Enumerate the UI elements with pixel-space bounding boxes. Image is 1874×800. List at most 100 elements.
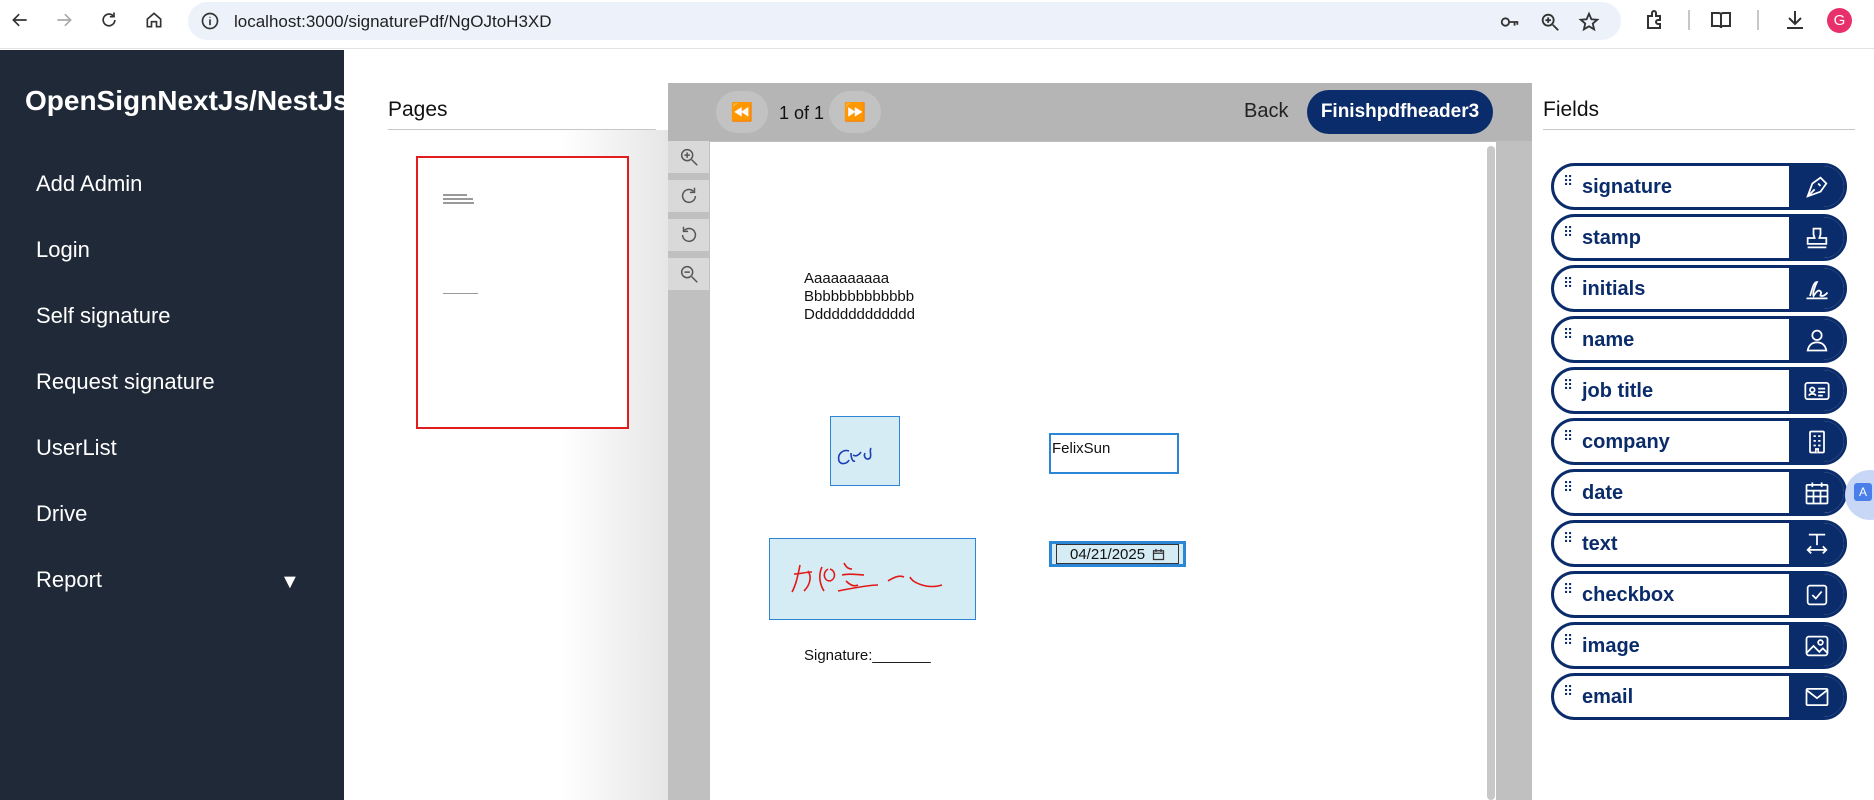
stamp-icon [1789,217,1844,258]
page-indicator: 1 of 1 [779,103,825,123]
field-stamp[interactable]: ⠿ stamp [1551,214,1847,261]
field-label: image [1582,635,1640,657]
next-page-button[interactable]: ⏩ [829,91,881,133]
pages-title: Pages [388,98,448,121]
back-arrow-icon[interactable] [7,7,33,33]
fields-divider [1543,129,1855,130]
field-label: text [1582,533,1618,555]
id-card-icon [1789,370,1844,411]
prev-page-button[interactable]: ⏪ [716,91,768,133]
sidebar-item-add-admin[interactable]: Add Admin [36,171,142,197]
zoom-out-icon[interactable] [668,258,709,290]
drag-handle-icon[interactable]: ⠿ [1563,582,1575,596]
signature-field-placed[interactable] [769,538,976,620]
envelope-icon [1789,676,1844,717]
url-text[interactable]: localhost:3000/signaturePdf/NgOJtoH3XD [234,12,552,32]
drag-handle-icon[interactable]: ⠿ [1563,276,1575,290]
translate-extension-bubble[interactable]: A [1845,470,1874,520]
profile-avatar[interactable]: G [1827,8,1852,33]
field-email[interactable]: ⠿ email [1551,673,1847,720]
signature-line-text: Signature:_______ [804,647,931,664]
download-icon[interactable] [1783,8,1807,32]
viewer-toolbar: ⏪ 1 of 1 ⏩ Back Finishpdfheader3 [668,83,1532,141]
drag-handle-icon[interactable]: ⠿ [1563,531,1575,545]
field-company[interactable]: ⠿ company [1551,418,1847,465]
rotate-right-icon[interactable] [668,180,709,212]
sidebar-item-self-signature[interactable]: Self signature [36,303,171,329]
sidebar-item-drive[interactable]: Drive [36,501,87,527]
field-date[interactable]: ⠿ date [1551,469,1847,516]
signature-ink-icon [791,562,943,593]
document-line: Ddddddddddddd [804,306,915,323]
calendar-icon[interactable] [1151,547,1166,562]
extensions-icon[interactable] [1643,8,1667,32]
text-cursor-icon [1789,523,1844,564]
date-field-placed[interactable]: 04/21/2025 [1049,541,1186,567]
field-label: email [1582,686,1634,708]
reload-icon[interactable] [96,7,122,33]
forward-arrow-icon[interactable] [51,7,77,33]
report-caret-icon[interactable]: ▼ [280,571,300,594]
field-job-title[interactable]: ⠿ job title [1551,367,1847,414]
thumb-text-line [443,293,478,294]
drag-handle-icon[interactable]: ⠿ [1563,225,1575,239]
user-icon [1789,319,1844,360]
toolbar-divider [1757,10,1759,30]
thumb-text-line [443,194,467,196]
drag-handle-icon[interactable]: ⠿ [1563,378,1575,392]
thumb-text-line [443,202,474,204]
reading-mode-icon[interactable] [1709,8,1733,32]
image-icon [1789,625,1844,666]
calendar-icon [1789,472,1844,513]
field-initials[interactable]: ⠿ initials [1551,265,1847,312]
drag-handle-icon[interactable]: ⠿ [1563,684,1575,698]
drag-handle-icon[interactable]: ⠿ [1563,480,1575,494]
field-signature[interactable]: ⠿ signature [1551,163,1847,210]
checkbox-icon [1789,574,1844,615]
field-checkbox[interactable]: ⠿ checkbox [1551,571,1847,618]
finish-button[interactable]: Finishpdfheader3 [1307,90,1493,134]
sidebar-item-request-signature[interactable]: Request signature [36,369,215,395]
toolbar-divider [1688,10,1690,30]
sidebar-item-login[interactable]: Login [36,237,90,263]
site-info-icon[interactable] [200,11,220,31]
page-thumbnail[interactable] [416,156,629,429]
drag-handle-icon[interactable]: ⠿ [1563,429,1575,443]
drag-handle-icon[interactable]: ⠿ [1563,327,1575,341]
date-input[interactable]: 04/21/2025 [1056,544,1179,564]
address-bar[interactable]: localhost:3000/signaturePdf/NgOJtoH3XD [188,2,1621,40]
document-line: Bbbbbbbbbbbbb [804,288,915,305]
rotate-left-icon[interactable] [668,219,709,251]
zoom-icon[interactable] [1539,11,1561,33]
field-label: company [1582,431,1670,453]
field-label: initials [1582,278,1646,300]
back-button[interactable]: Back [1244,100,1288,123]
sidebar: OpenSignNextJs/NestJs Add Admin Login Se… [0,50,349,800]
home-icon[interactable] [141,7,167,33]
field-label: signature [1582,176,1673,198]
initials-field-placed[interactable] [830,416,900,486]
building-icon [1789,421,1844,462]
field-label: name [1582,329,1635,351]
field-label: stamp [1582,227,1641,249]
field-name[interactable]: ⠿ name [1551,316,1847,363]
zoom-in-icon[interactable] [668,141,709,173]
fields-title: Fields [1543,98,1600,121]
field-label: checkbox [1582,584,1675,606]
bookmark-star-icon[interactable] [1578,11,1600,33]
field-text[interactable]: ⠿ text [1551,520,1847,567]
password-key-icon[interactable] [1499,11,1521,33]
viewer-scrollbar[interactable] [1487,146,1495,800]
field-label: date [1582,482,1624,504]
date-value: 04/21/2025 [1070,545,1146,563]
field-label: job title [1582,380,1654,402]
drag-handle-icon[interactable]: ⠿ [1563,174,1575,188]
drag-handle-icon[interactable]: ⠿ [1563,633,1575,647]
sidebar-item-userlist[interactable]: UserList [36,435,117,461]
field-image[interactable]: ⠿ image [1551,622,1847,669]
name-field-placed[interactable]: FelixSun [1049,433,1179,474]
pen-nib-icon [1789,166,1844,207]
brand-title[interactable]: OpenSignNextJs/NestJs [25,85,349,117]
sidebar-item-report[interactable]: Report [36,567,102,593]
thumb-text-line [443,198,473,200]
